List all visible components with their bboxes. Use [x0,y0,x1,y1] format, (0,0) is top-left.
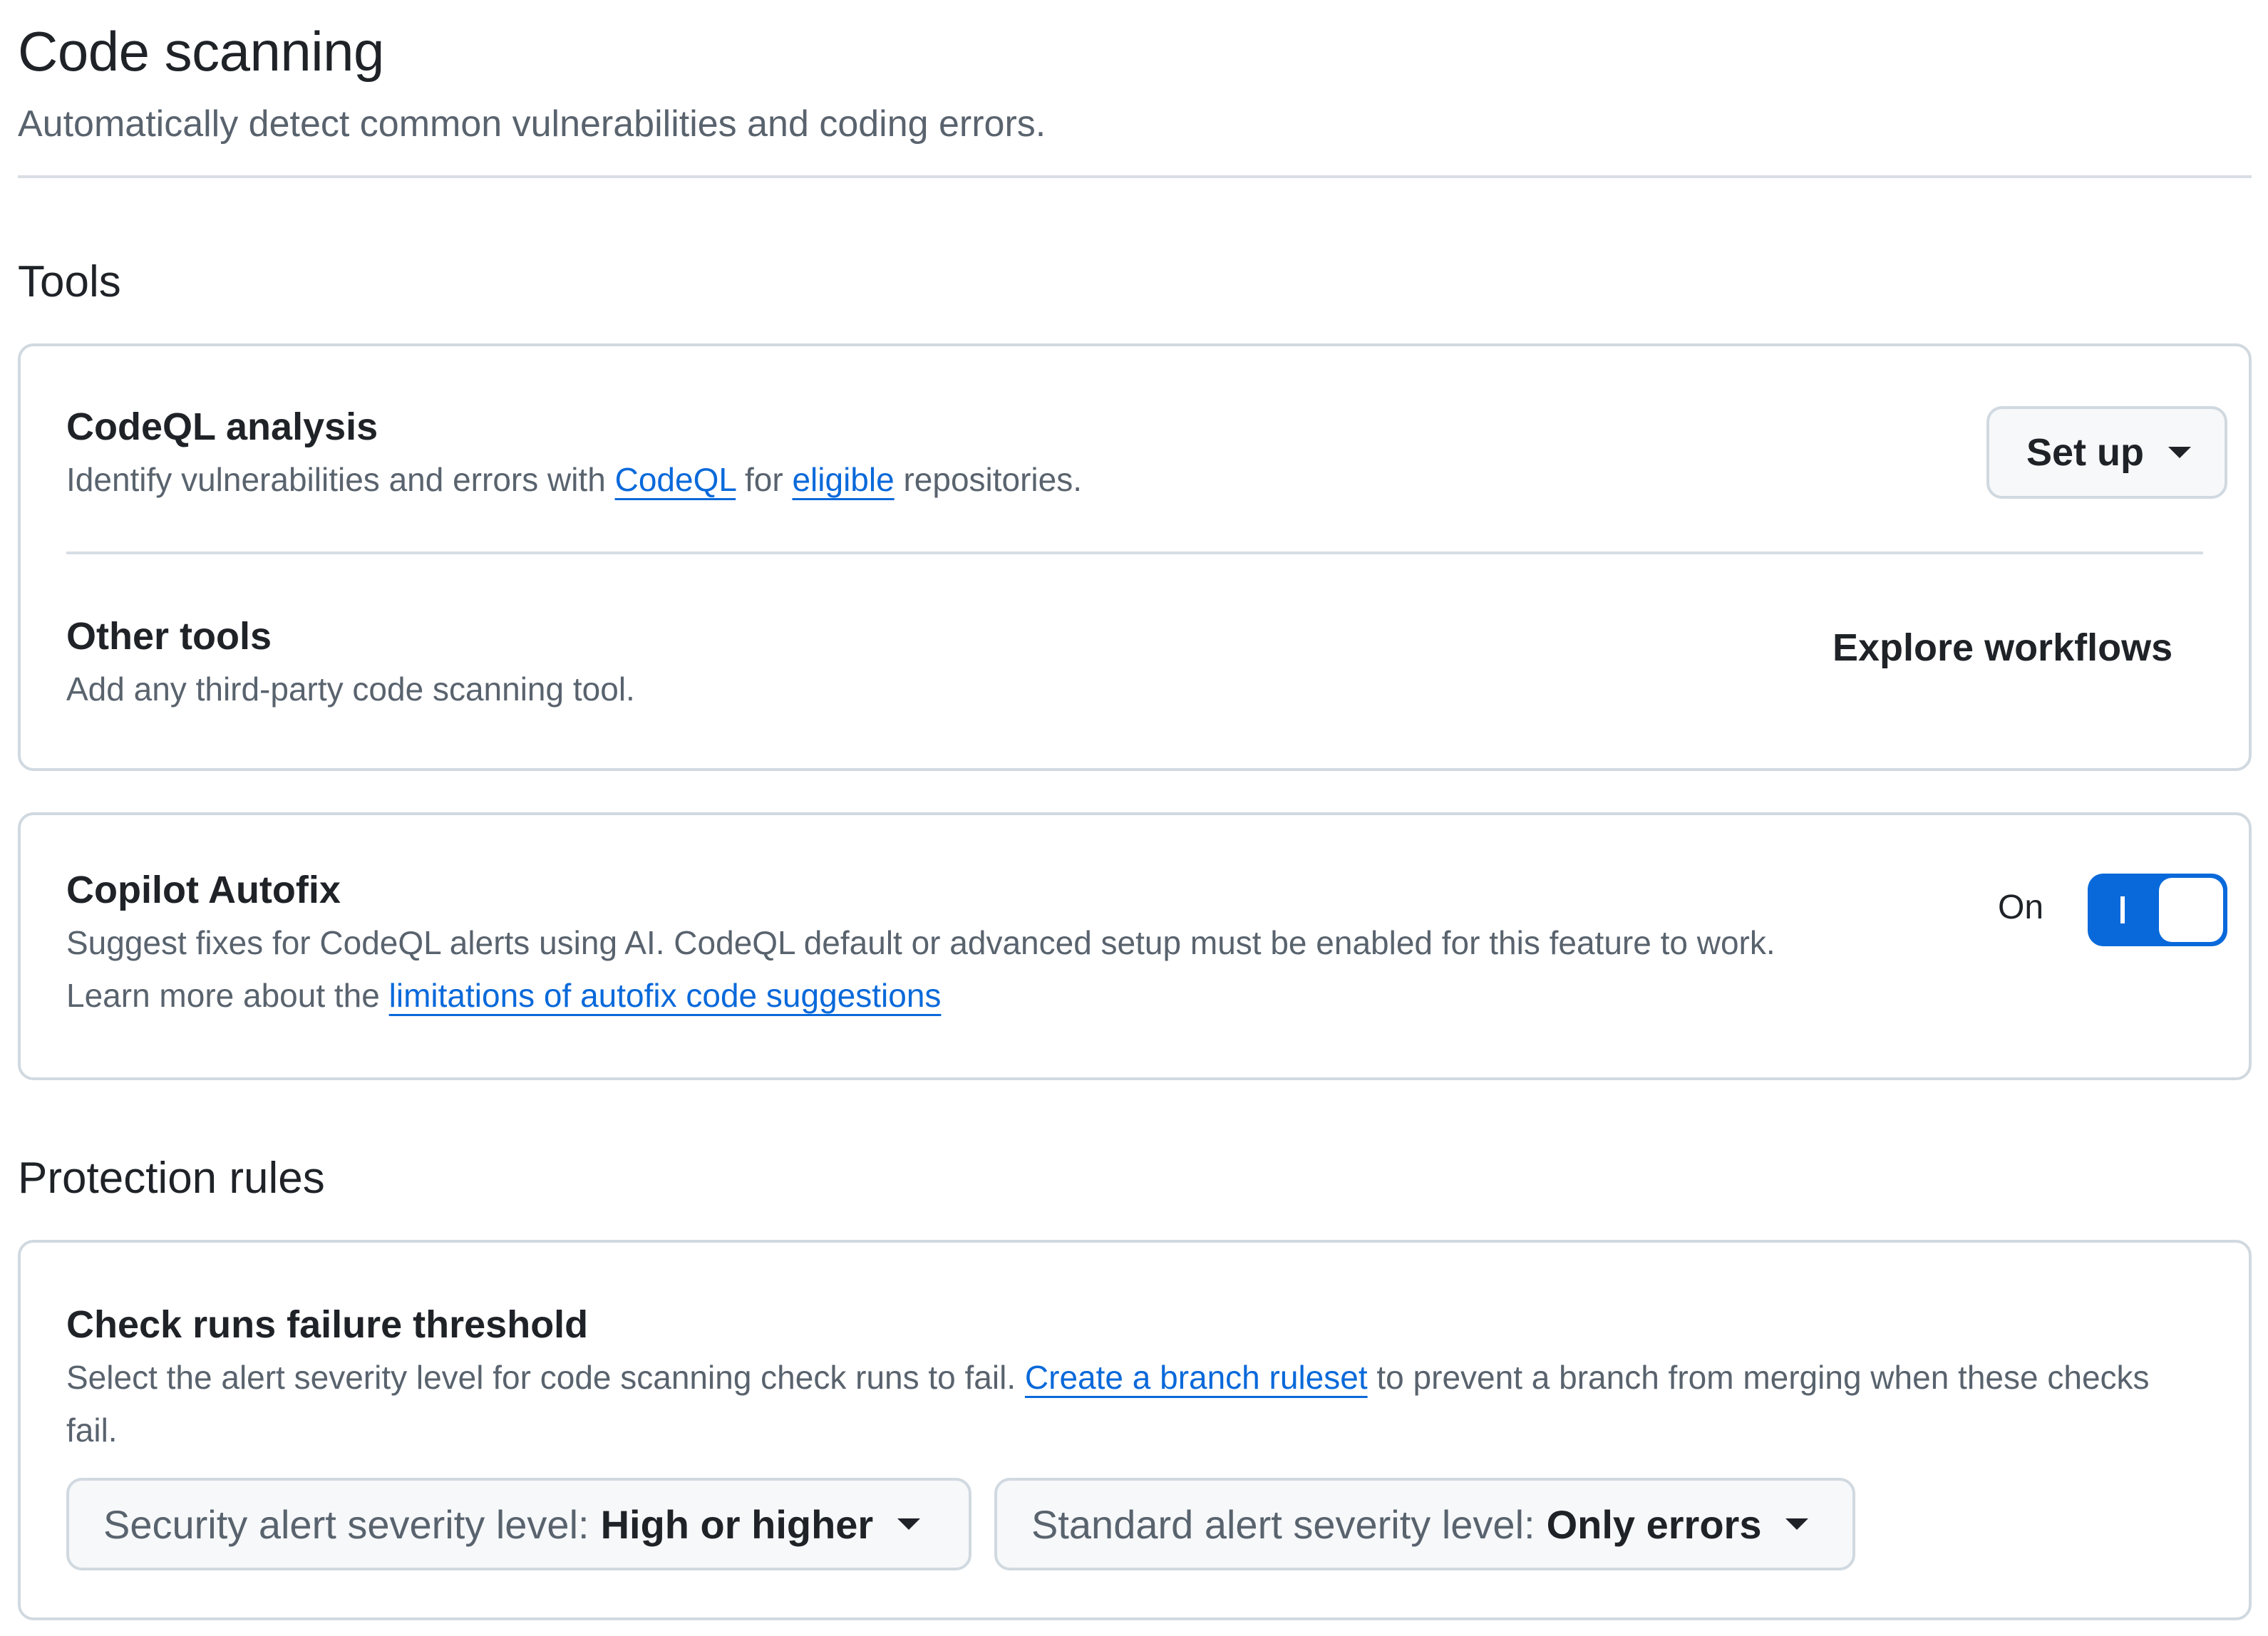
codeql-description: Identify vulnerabilities and errors with… [66,453,1082,506]
tools-section-title: Tools [18,257,121,306]
explore-workflows-button[interactable]: Explore workflows [1833,626,2172,670]
chevron-down-icon [1785,1518,1809,1530]
security-severity-label: Security alert severity level: [103,1501,589,1547]
page-title: Code scanning [18,20,384,83]
autofix-desc-line1: Suggest fixes for CodeQL alerts using AI… [66,924,1775,961]
threshold-description: Select the alert severity level for code… [66,1351,2197,1456]
toggle-knob [2159,878,2223,942]
toggle-on-icon [2120,896,2125,923]
threshold-desc-prefix: Select the alert severity level for code… [66,1359,1025,1396]
chevron-down-icon [897,1518,921,1530]
standard-severity-value: Only errors [1546,1501,1762,1547]
autofix-toggle[interactable] [2088,874,2227,946]
protection-section-title: Protection rules [18,1154,325,1203]
autofix-box: Copilot Autofix Suggest fixes for CodeQL… [18,812,2252,1080]
security-severity-select[interactable]: Security alert severity level: High or h… [66,1478,971,1570]
codeql-desc-mid: for [736,461,793,498]
protection-box: Check runs failure threshold Select the … [18,1240,2252,1620]
autofix-toggle-label: On [1998,889,2044,926]
chevron-down-icon [2168,447,2192,458]
tools-box: CodeQL analysis Identify vulnerabilities… [18,343,2252,771]
autofix-title: Copilot Autofix [66,869,341,911]
autofix-description: Suggest fixes for CodeQL alerts using AI… [66,916,1775,1022]
page-subtitle: Automatically detect common vulnerabilit… [18,103,1046,145]
setup-button[interactable]: Set up [1986,406,2227,499]
other-tools-title: Other tools [66,615,272,658]
tools-row-divider [66,552,2203,554]
autofix-desc-prefix: Learn more about the [66,977,389,1014]
codeql-title: CodeQL analysis [66,405,378,448]
page-divider [18,175,2252,178]
standard-severity-label: Standard alert severity level: [1031,1501,1535,1547]
autofix-desc-line2: Learn more about the limitations of auto… [66,969,1775,1022]
threshold-title: Check runs failure threshold [66,1303,589,1346]
autofix-limitations-link[interactable]: limitations of autofix code suggestions [389,977,942,1014]
codeql-desc-suffix: repositories. [894,461,1083,498]
codeql-desc-prefix: Identify vulnerabilities and errors with [66,461,615,498]
codeql-link[interactable]: CodeQL [615,461,736,498]
standard-severity-select[interactable]: Standard alert severity level: Only erro… [994,1478,1855,1570]
setup-button-label: Set up [2026,431,2145,474]
security-severity-value: High or higher [600,1501,874,1547]
other-tools-description: Add any third-party code scanning tool. [66,671,635,708]
branch-ruleset-link[interactable]: Create a branch ruleset [1025,1359,1368,1396]
eligible-link[interactable]: eligible [792,461,894,498]
